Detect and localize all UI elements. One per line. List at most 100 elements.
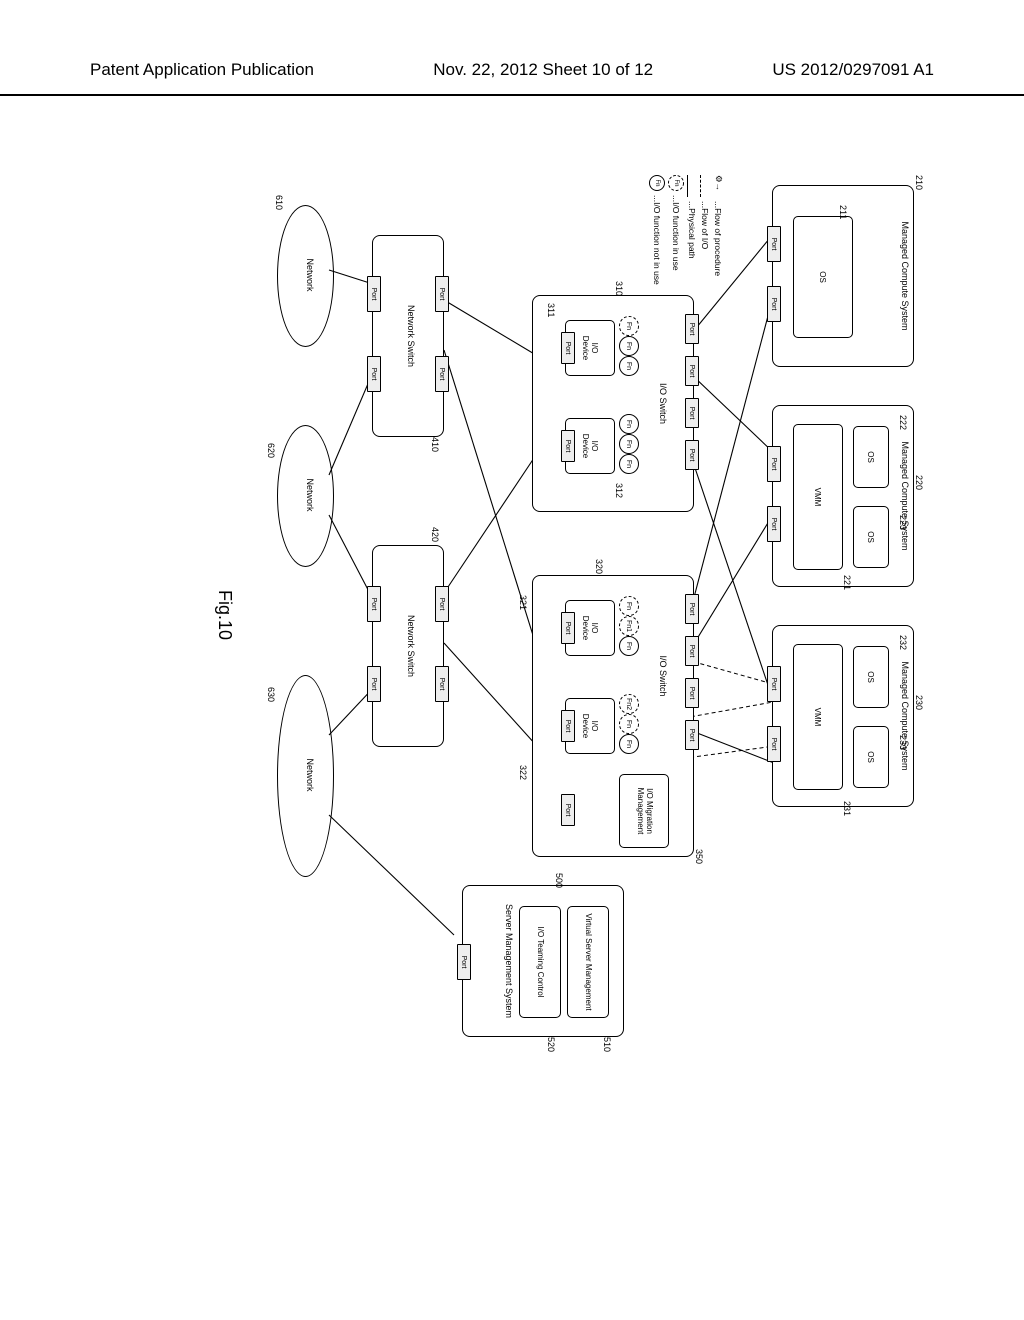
port: Port <box>767 666 781 702</box>
ref-232: 232 <box>898 635 908 650</box>
fn-circle-icon: Fn <box>619 356 639 376</box>
ioswitch-320: Port Port Port Port I/O Switch Fn Fn1 Fn… <box>532 575 694 857</box>
fn-circle-icon: Fn <box>619 336 639 356</box>
ref-610: 610 <box>274 195 284 210</box>
solid-line-icon <box>688 175 689 197</box>
ref-311: 311 <box>546 303 556 317</box>
fn-solid-circle-icon: Fn <box>649 175 665 191</box>
port: Port <box>767 726 781 762</box>
server-mgmt-500: Virtual Server Management I/O Teaming Co… <box>462 885 624 1037</box>
fn-circle-icon: Fn <box>619 714 639 734</box>
ref-211: 211 <box>838 205 848 219</box>
ref-630: 630 <box>266 687 276 702</box>
ref-233: 233 <box>898 735 908 750</box>
fn1-circle-icon: Fn1 <box>619 616 639 636</box>
header-center: Nov. 22, 2012 Sheet 10 of 12 <box>433 60 653 80</box>
page-header: Patent Application Publication Nov. 22, … <box>0 60 1024 96</box>
fn-circle-icon: Fn <box>619 316 639 336</box>
port: Port <box>367 666 381 702</box>
ref-500: 500 <box>554 873 564 888</box>
port: Port <box>685 440 699 470</box>
page: Patent Application Publication Nov. 22, … <box>0 0 1024 1320</box>
legend-text: ...Flow of procedure <box>714 201 724 276</box>
ref-223: 223 <box>898 515 908 530</box>
mcs-title: Managed Compute System <box>899 626 909 806</box>
fn-circle-icon: Fn <box>619 454 639 474</box>
port: Port <box>367 356 381 392</box>
ref-210: 210 <box>914 175 924 190</box>
port: Port <box>685 314 699 344</box>
netswitch-label: Network Switch <box>405 236 415 436</box>
mcs-title: Managed Compute System <box>899 186 909 366</box>
ref-322: 322 <box>518 765 528 780</box>
figure-rotated-wrap: Managed Compute System OS Port Port 210 … <box>77 213 967 1017</box>
vmm-221: VMM <box>793 424 843 570</box>
os-233: OS <box>853 726 889 788</box>
fn-circle-icon: Fn <box>619 636 639 656</box>
port: Port <box>685 636 699 666</box>
ioswitch-310: Port Port Port Port I/O Switch Fn Fn Fn … <box>532 295 694 512</box>
ref-520: 520 <box>546 1037 556 1052</box>
io-teaming-control-520: I/O Teaming Control <box>519 906 561 1018</box>
fn-circle-icon: Fn <box>619 434 639 454</box>
fn-circle-icon: Fn <box>619 414 639 434</box>
legend-row: Fn ...I/O function not in use <box>649 175 665 295</box>
gear-arrow-icon: ⚙→ <box>713 175 724 197</box>
ref-510: 510 <box>602 1037 612 1052</box>
port: Port <box>685 594 699 624</box>
ref-312: 312 <box>614 483 624 498</box>
port: Port <box>561 332 575 364</box>
fn2-circle-icon: Fn2 <box>619 694 639 714</box>
port: Port <box>767 286 781 322</box>
port: Port <box>561 612 575 644</box>
figure-stage: Managed Compute System OS Port Port 210 … <box>120 175 924 1055</box>
legend: ⚙→ ...Flow of procedure ...Flow of I/O .… <box>649 175 724 295</box>
io-migration-350: I/O Migration Management <box>619 774 669 848</box>
ref-410: 410 <box>430 437 440 452</box>
port: Port <box>767 446 781 482</box>
port: Port <box>561 430 575 462</box>
server-mgmt-label: Server Management System <box>503 886 513 1036</box>
network-label: Network <box>304 675 314 875</box>
vmm-231: VMM <box>793 644 843 790</box>
port: Port <box>767 506 781 542</box>
port: Port <box>457 944 471 980</box>
netswitch-label: Network Switch <box>405 546 415 746</box>
ref-350: 350 <box>694 849 704 864</box>
port: Port <box>435 356 449 392</box>
fn-circle-icon: Fn <box>619 596 639 616</box>
dashed-arrow-icon <box>701 175 702 197</box>
os-232: OS <box>853 646 889 708</box>
ref-222: 222 <box>898 415 908 430</box>
port: Port <box>767 226 781 262</box>
port: Port <box>685 678 699 708</box>
legend-text: ...Physical path <box>687 201 697 259</box>
ref-320: 320 <box>594 559 604 574</box>
port: Port <box>561 794 575 826</box>
legend-row: ...Flow of I/O <box>700 175 710 295</box>
legend-text: ...Flow of I/O <box>700 201 710 249</box>
port: Port <box>685 720 699 750</box>
port: Port <box>435 666 449 702</box>
netswitch-410: Port Port Network Switch Port Port <box>372 235 444 437</box>
ioswitch-label: I/O Switch <box>657 296 667 511</box>
os-223: OS <box>853 506 889 568</box>
header-left: Patent Application Publication <box>90 60 314 80</box>
ref-231: 231 <box>842 801 852 816</box>
port: Port <box>435 586 449 622</box>
header-right: US 2012/0297091 A1 <box>772 60 934 80</box>
port: Port <box>435 276 449 312</box>
network-label: Network <box>304 205 314 345</box>
mcs-title: Managed Compute System <box>899 406 909 586</box>
ref-620: 620 <box>266 443 276 458</box>
ioswitch-label: I/O Switch <box>657 576 667 776</box>
ref-220: 220 <box>914 475 924 490</box>
legend-text: ...I/O function not in use <box>652 195 662 285</box>
legend-row: Fn ...I/O function in use <box>668 175 684 295</box>
os-222: OS <box>853 426 889 488</box>
ref-221: 221 <box>842 575 852 590</box>
os-211: OS <box>793 216 853 338</box>
fn-dashed-circle-icon: Fn <box>668 175 684 191</box>
netswitch-420: Port Port Network Switch Port Port <box>372 545 444 747</box>
ref-420: 420 <box>430 527 440 542</box>
